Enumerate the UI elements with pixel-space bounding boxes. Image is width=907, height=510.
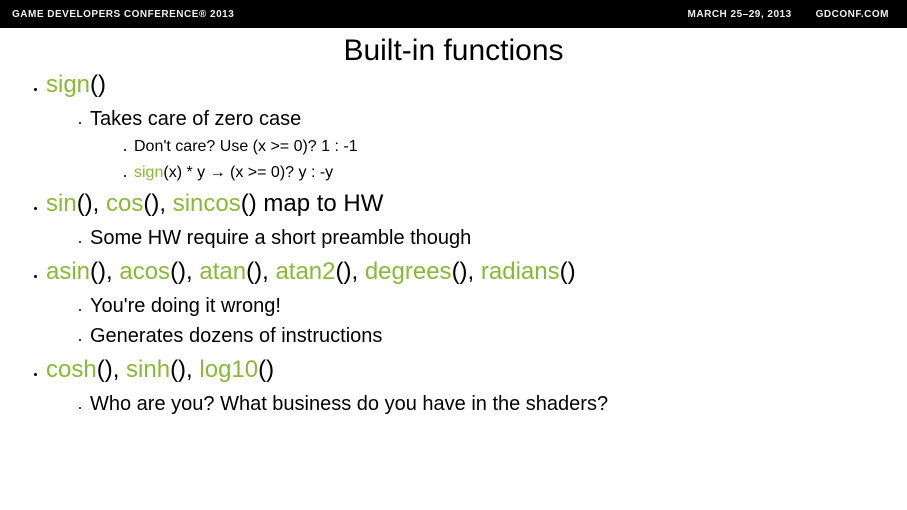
sign-sub-zero: Takes care of zero case (90, 106, 907, 132)
bullet-hyperbolic: cosh(), sinh(), log10() Who are you? Wha… (46, 355, 907, 417)
bullet-sign: sign() Takes care of zero case Don't car… (46, 70, 907, 183)
inverse-wrong: You're doing it wrong! (90, 293, 907, 319)
trig-preamble: Some HW require a short preamble though (90, 225, 907, 251)
sign-sub-dontcare: Don't care? Use (x >= 0)? 1 : -1 (134, 136, 907, 158)
header-right: MARCH 25–29, 2013 GDCONF.COM (688, 9, 889, 20)
hyperbolic-who: Who are you? What business do you have i… (90, 391, 907, 417)
fn-degrees: degrees (365, 258, 452, 285)
fn-sign: sign (46, 71, 90, 98)
inverse-dozens: Generates dozens of instructions (90, 323, 907, 349)
fn-asin: asin (46, 258, 90, 285)
header-conference: GAME DEVELOPERS CONFERENCE® 2013 (12, 9, 234, 20)
fn-cos: cos (106, 190, 143, 217)
bullet-inverse-trig: asin(), acos(), atan(), atan2(), degrees… (46, 257, 907, 349)
slide-header: GAME DEVELOPERS CONFERENCE® 2013 MARCH 2… (0, 0, 907, 28)
bullet-list: sign() Takes care of zero case Don't car… (24, 70, 907, 417)
fn-sin: sin (46, 190, 77, 217)
slide-title: Built-in functions (0, 34, 907, 68)
header-date: MARCH 25–29, 2013 (688, 9, 792, 20)
header-site: GDCONF.COM (816, 9, 889, 20)
fn-sincos: sincos (173, 190, 241, 217)
fn-log10: log10 (199, 356, 258, 383)
fn-atan2: atan2 (275, 258, 335, 285)
bullet-trig-hw: sin(), cos(), sincos() map to HW Some HW… (46, 189, 907, 251)
fn-atan: atan (199, 258, 246, 285)
fn-cosh: cosh (46, 356, 97, 383)
fn-acos: acos (119, 258, 170, 285)
sign-sub-rewrite: sign(x) * y → (x >= 0)? y : -y (134, 162, 907, 184)
slide-body: Built-in functions sign() Takes care of … (0, 28, 907, 417)
fn-radians: radians (481, 258, 560, 285)
fn-sinh: sinh (126, 356, 170, 383)
